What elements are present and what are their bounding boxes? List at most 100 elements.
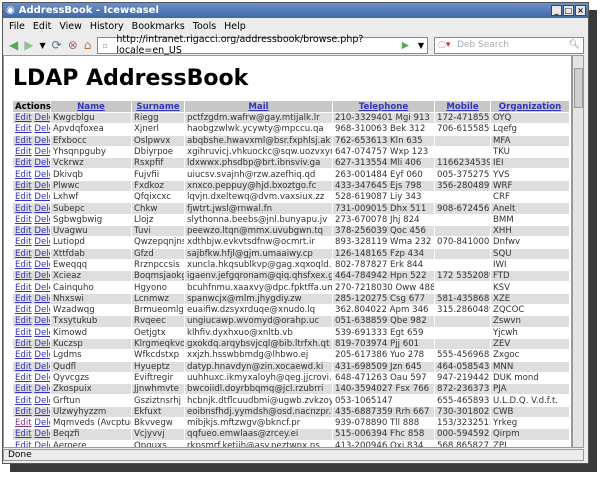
delete-link[interactable]: Delete <box>34 396 50 406</box>
edit-link[interactable]: Edit <box>15 362 32 372</box>
edit-link[interactable]: Edit <box>15 271 32 281</box>
edit-link[interactable]: Edit <box>15 215 32 225</box>
delete-link[interactable]: Delete <box>34 124 50 134</box>
edit-link[interactable]: Edit <box>15 316 32 326</box>
delete-link[interactable]: Delete <box>34 181 50 191</box>
sort-mobile-link[interactable]: Mobile <box>446 102 478 112</box>
edit-link[interactable]: Edit <box>15 294 32 304</box>
delete-link[interactable]: Delete <box>34 418 50 428</box>
delete-link[interactable]: Delete <box>34 136 50 146</box>
url-dropdown-icon[interactable]: ▼ <box>418 41 424 50</box>
edit-link[interactable]: Edit <box>15 237 32 247</box>
menu-view[interactable]: View <box>59 21 82 32</box>
history-dropdown-icon[interactable]: ▼ <box>39 41 45 50</box>
edit-link[interactable]: Edit <box>15 158 32 168</box>
actions-cell: Edit Delete <box>13 316 50 327</box>
delete-link[interactable]: Delete <box>34 429 50 439</box>
edit-link[interactable]: Edit <box>15 181 32 191</box>
edit-link[interactable]: Edit <box>15 136 32 146</box>
edit-link[interactable]: Edit <box>15 170 32 180</box>
delete-link[interactable]: Delete <box>34 305 50 315</box>
mobile-cell <box>435 215 490 225</box>
delete-link[interactable]: Delete <box>34 384 50 394</box>
delete-link[interactable]: Delete <box>34 441 50 447</box>
menu-history[interactable]: History <box>90 21 124 32</box>
sort-surname-link[interactable]: Surname <box>136 102 179 112</box>
sort-organization-link[interactable]: Organization <box>499 102 561 112</box>
delete-link[interactable]: Delete <box>34 170 50 180</box>
back-icon[interactable]: ◀ <box>9 38 18 52</box>
edit-link[interactable]: Edit <box>15 305 32 315</box>
edit-link[interactable]: Edit <box>15 339 32 349</box>
edit-link[interactable]: Edit <box>15 418 32 428</box>
delete-link[interactable]: Delete <box>34 158 50 168</box>
reload-icon[interactable]: ⟳ <box>52 38 62 52</box>
menu-edit[interactable]: Edit <box>33 21 51 32</box>
delete-link[interactable]: Delete <box>34 192 50 202</box>
actions-cell: Edit Delete <box>13 373 50 383</box>
edit-link[interactable]: Edit <box>15 283 32 293</box>
edit-link[interactable]: Edit <box>15 204 32 214</box>
menu-help[interactable]: Help <box>224 21 246 32</box>
delete-link[interactable]: Delete <box>34 237 50 247</box>
edit-link[interactable]: Edit <box>15 350 32 360</box>
delete-link[interactable]: Delete <box>34 294 50 304</box>
delete-link[interactable]: Delete <box>34 339 50 349</box>
search-icon[interactable]: 🔍︎ <box>569 40 580 50</box>
table-row: Edit DeleteWzadwqg Brmueomlgeeuaifiw.dzsy… <box>13 305 569 315</box>
close-button[interactable]: × <box>575 5 586 16</box>
organization-cell: MNN <box>491 361 569 372</box>
edit-link[interactable]: Edit <box>15 124 32 134</box>
edit-link[interactable]: Edit <box>15 373 32 383</box>
edit-link[interactable]: Edit <box>15 147 32 157</box>
delete-link[interactable]: Delete <box>34 215 50 225</box>
delete-link[interactable]: Delete <box>34 113 50 123</box>
url-input[interactable]: ▫ http://intranet.rigacci.org/addressboo… <box>97 34 428 56</box>
actions-cell: Edit Delete <box>13 192 50 202</box>
delete-link[interactable]: Delete <box>34 362 50 372</box>
delete-link[interactable]: Delete <box>34 373 50 383</box>
menu-bookmarks[interactable]: Bookmarks <box>132 21 185 32</box>
edit-link[interactable]: Edit <box>15 328 32 338</box>
maximize-button[interactable]: □ <box>563 5 574 16</box>
name-cell: Grftun <box>53 395 81 406</box>
delete-link[interactable]: Delete <box>34 226 50 236</box>
delete-link[interactable]: Delete <box>34 260 50 270</box>
delete-link[interactable]: Delete <box>34 328 50 338</box>
forward-icon[interactable]: ▶ <box>24 38 33 52</box>
edit-link[interactable]: Edit <box>15 429 32 439</box>
go-icon[interactable]: ▶ <box>402 40 409 51</box>
delete-link[interactable]: Delete <box>34 283 50 293</box>
home-icon[interactable]: ⌂ <box>84 38 92 52</box>
stop-icon[interactable]: ⊗ <box>68 38 78 52</box>
delete-link[interactable]: Delete <box>34 204 50 214</box>
edit-link[interactable]: Edit <box>15 249 32 259</box>
menu-tools[interactable]: Tools <box>193 21 216 32</box>
edit-link[interactable]: Edit <box>15 192 32 202</box>
delete-link[interactable]: Delete <box>34 316 50 326</box>
search-input[interactable]: ◌▾ Deb Search 🔍︎ <box>434 36 584 54</box>
edit-link[interactable]: Edit <box>15 441 32 447</box>
table-row: Edit DeleteSgbwgbwig Llojz slythonna.beebs… <box>13 215 569 225</box>
edit-link[interactable]: Edit <box>15 113 32 123</box>
delete-link[interactable]: Delete <box>34 407 50 417</box>
organization-cell: Qirpm <box>491 429 569 440</box>
vertical-scrollbar[interactable] <box>572 55 584 448</box>
mobile-cell <box>435 316 490 327</box>
minimize-button[interactable]: _ <box>551 5 562 16</box>
sort-telephone-link[interactable]: Telephone <box>359 102 408 112</box>
edit-link[interactable]: Edit <box>15 396 32 406</box>
delete-link[interactable]: Delete <box>34 271 50 281</box>
sort-mail-link[interactable]: Mail <box>248 102 268 112</box>
delete-link[interactable]: Delete <box>34 147 50 157</box>
edit-link[interactable]: Edit <box>15 260 32 270</box>
menu-file[interactable]: File <box>9 21 25 32</box>
edit-link[interactable]: Edit <box>15 407 32 417</box>
edit-link[interactable]: Edit <box>15 226 32 236</box>
sort-name-link[interactable]: Name <box>77 102 105 112</box>
delete-link[interactable]: Delete <box>34 249 50 259</box>
search-engine-icon[interactable]: ◌▾ <box>438 40 450 50</box>
edit-link[interactable]: Edit <box>15 384 32 394</box>
scrollbar-thumb[interactable] <box>574 68 583 108</box>
delete-link[interactable]: Delete <box>34 350 50 360</box>
